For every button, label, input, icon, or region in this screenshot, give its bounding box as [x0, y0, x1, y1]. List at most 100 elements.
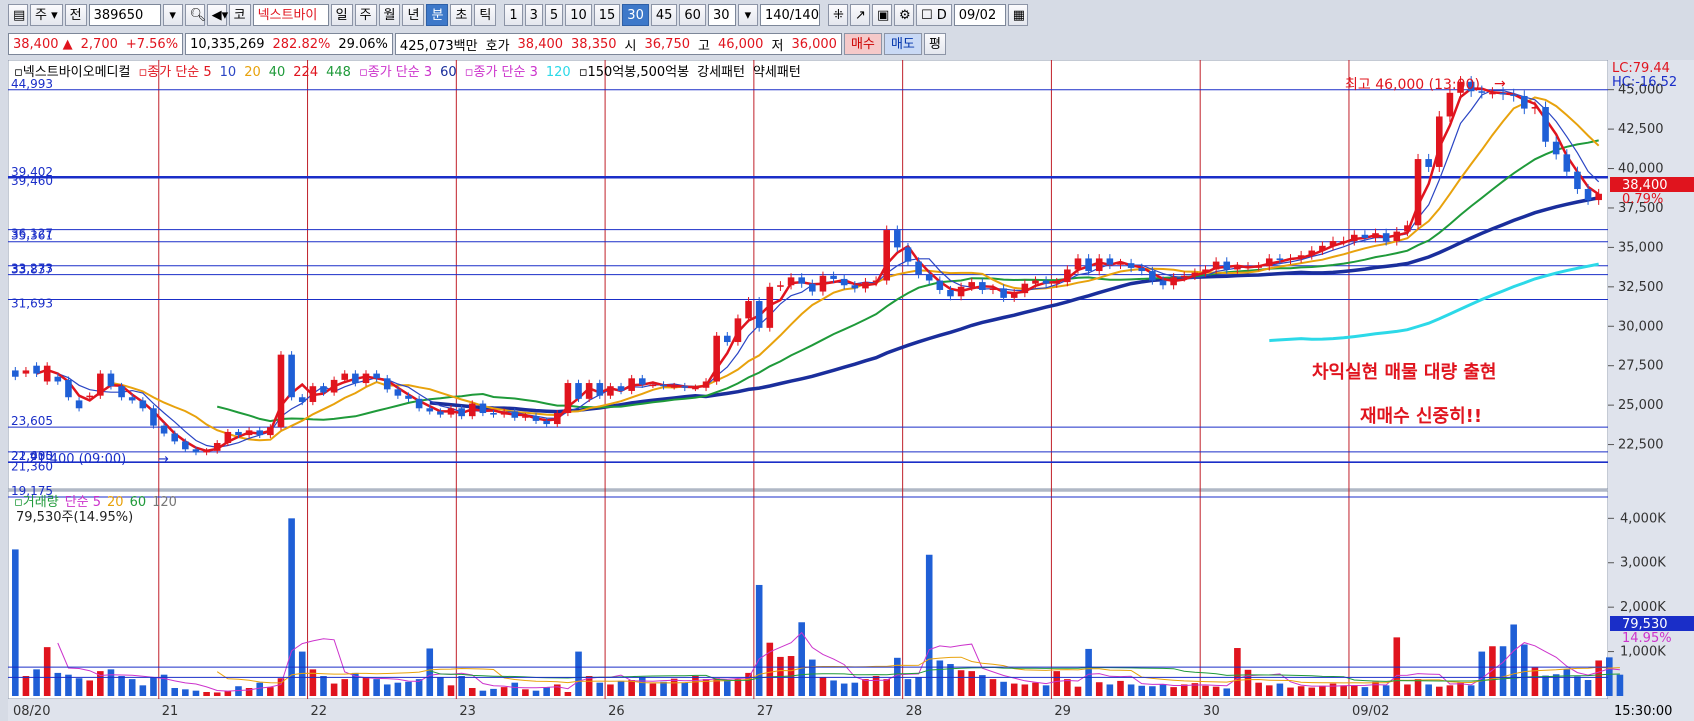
minute-45[interactable]: 45 — [650, 4, 678, 26]
speaker-icon[interactable]: ◀▾ — [206, 4, 228, 26]
volume-bar — [405, 681, 412, 696]
volume-bar — [1616, 674, 1624, 696]
draw-icon[interactable]: ↗ — [849, 4, 870, 26]
candle-body — [883, 230, 890, 281]
candle-body — [288, 354, 295, 398]
eval-button[interactable]: 평 — [923, 33, 946, 55]
volume-legend-item: 120 — [152, 495, 177, 510]
candle-body — [235, 431, 242, 436]
volume-bar — [840, 683, 848, 696]
volume-bar — [128, 679, 136, 696]
candle-body — [1244, 266, 1252, 268]
minute-5[interactable]: 5 — [544, 4, 564, 26]
market-button[interactable]: 코 — [228, 4, 251, 26]
candle-body — [1255, 266, 1262, 268]
volume-bar — [118, 676, 125, 696]
date-input[interactable]: 09/02 — [953, 4, 1006, 26]
period-week[interactable]: 주 — [354, 4, 377, 26]
candle-body — [1191, 272, 1199, 276]
price-tick-label: 30,000 — [1618, 319, 1664, 334]
volume-bar — [596, 682, 604, 696]
level-label: 31,693 — [11, 297, 53, 311]
volume-last: 79,530 — [1622, 617, 1668, 632]
volume-bar — [755, 584, 763, 696]
current-price: 38,400 ▲ — [13, 36, 73, 52]
high-price: 46,000 — [717, 36, 764, 52]
candle-body — [1297, 255, 1305, 259]
candle-body — [394, 389, 402, 396]
volume-bar — [1574, 676, 1581, 696]
minute-3[interactable]: 3 — [524, 4, 543, 26]
volume-bar — [139, 685, 147, 696]
volume-bar — [936, 660, 944, 696]
volume-bar — [660, 681, 667, 696]
minute-1[interactable]: 1 — [504, 4, 523, 26]
minute-30[interactable]: 30 — [622, 4, 649, 26]
open-label: 시 — [624, 38, 637, 54]
period-month[interactable]: 월 — [378, 4, 401, 26]
settings-gear-icon[interactable]: ⚙ — [893, 4, 914, 26]
stock-name-field[interactable]: 넥스트바이 — [252, 4, 329, 26]
period-second[interactable]: 초 — [450, 4, 473, 26]
volume-bar — [341, 679, 349, 696]
calendar-icon[interactable]: ▦ — [1007, 4, 1028, 26]
d-checkbox[interactable]: ☐ D — [915, 4, 952, 26]
ask-price: 38,400 — [517, 36, 564, 52]
prev-button[interactable]: 전 — [64, 4, 87, 26]
count-value: 140 — [764, 8, 790, 23]
volume-bar — [182, 689, 189, 696]
candle-body — [500, 411, 508, 415]
stock-code-input[interactable]: 389650 — [88, 4, 161, 26]
volume-bar — [734, 679, 742, 696]
crosshair-icon[interactable]: ⁜ — [827, 4, 848, 26]
buy-button[interactable]: 매수 — [843, 33, 882, 55]
sell-button[interactable]: 매도 — [883, 33, 922, 55]
candle-body — [692, 387, 699, 390]
volume-bar — [373, 679, 380, 696]
legend-item: 40 — [269, 65, 286, 80]
search-icon[interactable]: 🔍︎ — [184, 4, 206, 26]
candle-body — [1021, 283, 1029, 294]
minute-10[interactable]: 10 — [565, 4, 592, 26]
period-tick[interactable]: 틱 — [474, 4, 497, 26]
volume-bar — [437, 677, 444, 696]
period-year[interactable]: 년 — [402, 4, 425, 26]
legend-item: ▫종가 단순 5 — [138, 65, 211, 80]
minute-input[interactable]: 30 — [707, 4, 736, 26]
volume-bar — [1563, 669, 1571, 696]
period-minute[interactable]: 분 — [426, 4, 449, 26]
volume-bar — [468, 688, 476, 696]
period-day[interactable]: 일 — [330, 4, 353, 26]
candle-body — [1489, 92, 1496, 95]
candle-body — [1521, 95, 1528, 109]
time-tick-label: 09/02 — [1352, 704, 1389, 719]
volume-bar — [213, 692, 221, 696]
candle-body — [1170, 277, 1177, 286]
candle-body — [1212, 261, 1220, 270]
candle-body — [713, 335, 720, 382]
legend-item: ▫종가 단순 3 — [465, 65, 538, 80]
save-icon[interactable]: ▣ — [871, 4, 892, 26]
candle-body — [670, 386, 678, 388]
price-tick-label: 27,500 — [1618, 359, 1664, 374]
window-icon[interactable]: ▤ — [8, 4, 28, 26]
volume-bar — [904, 679, 912, 696]
dropdown-icon[interactable]: ▾ — [162, 4, 183, 26]
candle-body — [107, 373, 115, 387]
volume-bar — [458, 676, 465, 696]
count-field[interactable]: 140/140 — [759, 4, 820, 26]
volume-bar — [1287, 687, 1294, 696]
volume-bar — [1265, 685, 1273, 696]
candle-body — [925, 274, 933, 281]
candle-body — [947, 289, 954, 297]
minute-15[interactable]: 15 — [593, 4, 621, 26]
minute-dropdown-icon[interactable]: ▾ — [737, 4, 758, 26]
kind-select[interactable]: 주 ▾ — [30, 4, 63, 26]
volume-bar — [1042, 685, 1050, 696]
minute-60[interactable]: 60 — [679, 4, 706, 26]
volume-legend-item: 20 — [107, 495, 124, 510]
volume-bar — [553, 684, 561, 696]
candle-body — [989, 288, 997, 290]
volume-bar — [638, 676, 646, 696]
count-total: /140 — [789, 8, 819, 23]
